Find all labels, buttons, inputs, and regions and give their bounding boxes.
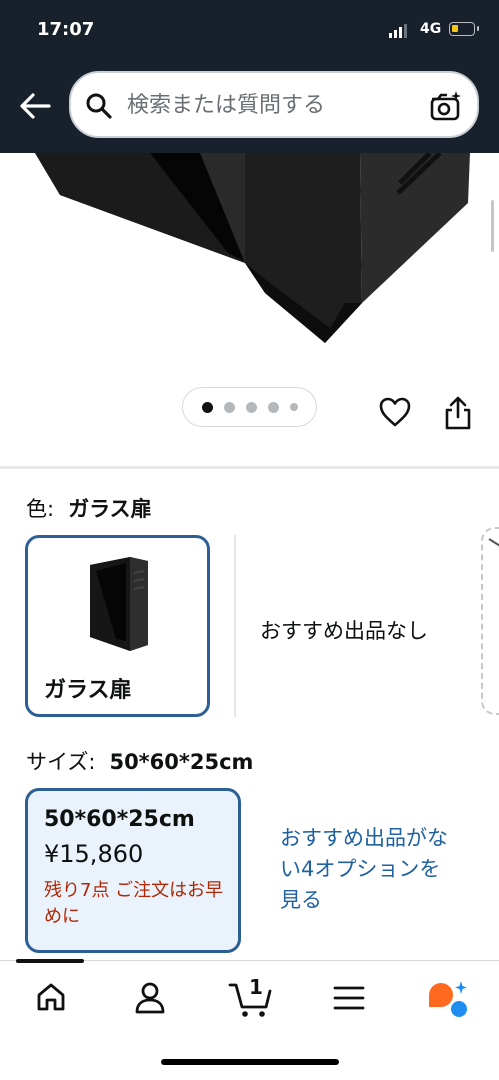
size-option-price: ¥15,860 [44, 840, 144, 868]
account-icon[interactable] [134, 981, 166, 1015]
color-option-label: ガラス扉 [44, 678, 132, 703]
section-divider [0, 466, 499, 469]
color-label-text: 色: [26, 497, 55, 521]
size-option-card[interactable]: 50*60*25cm ¥15,860 残り7点 ご注文はお早めに [25, 788, 241, 953]
status-time: 17:07 [37, 19, 95, 40]
camera-search-icon[interactable] [429, 90, 463, 122]
battery-icon [449, 22, 479, 36]
color-label: 色: ガラス扉 [26, 493, 152, 523]
carousel-dot[interactable] [201, 401, 213, 413]
home-icon[interactable] [35, 981, 67, 1013]
carousel-indicator[interactable] [182, 387, 317, 427]
carousel-dot[interactable] [245, 401, 257, 413]
cart-count-badge: 1 [249, 975, 263, 999]
app-header: 17:07 4G [0, 0, 499, 153]
signal-icon [389, 24, 407, 38]
home-indicator[interactable] [161, 1059, 339, 1065]
product-photo [35, 153, 470, 343]
size-label: サイズ: 50*60*25cm [26, 746, 253, 776]
stock-warning: 残り7点 ご注文はお早めに [44, 880, 224, 927]
cart-button[interactable]: 1 [228, 975, 274, 1019]
menu-icon[interactable] [333, 985, 365, 1011]
heart-icon[interactable] [378, 396, 412, 428]
carousel-dot[interactable] [267, 401, 279, 413]
scrollbar[interactable] [491, 200, 494, 252]
search-icon [86, 93, 112, 119]
color-option-next[interactable] [481, 527, 499, 715]
share-icon[interactable] [443, 395, 473, 431]
rufus-icon[interactable] [425, 979, 469, 1019]
selected-color: ガラス扉 [68, 497, 152, 521]
search-input[interactable] [127, 87, 427, 123]
active-tab-indicator [16, 959, 84, 963]
color-option-thumbnail [90, 557, 148, 651]
no-recommendation-text: おすすめ出品なし [260, 619, 428, 643]
size-label-text: サイズ: [26, 750, 96, 774]
more-options-link[interactable]: おすすめ出品がない4オプションを見る [280, 823, 455, 916]
back-arrow-icon[interactable] [17, 88, 53, 124]
selected-size: 50*60*25cm [109, 750, 254, 774]
search-bar[interactable] [69, 71, 479, 138]
network-label: 4G [420, 21, 442, 37]
carousel-dot[interactable] [289, 403, 298, 411]
carousel-dot[interactable] [223, 401, 235, 413]
product-image[interactable] [0, 153, 499, 383]
color-option-glass-door[interactable]: ガラス扉 [25, 535, 210, 717]
unavailable-icon [488, 538, 499, 547]
size-option-label: 50*60*25cm [44, 807, 195, 832]
vertical-divider [234, 535, 236, 717]
